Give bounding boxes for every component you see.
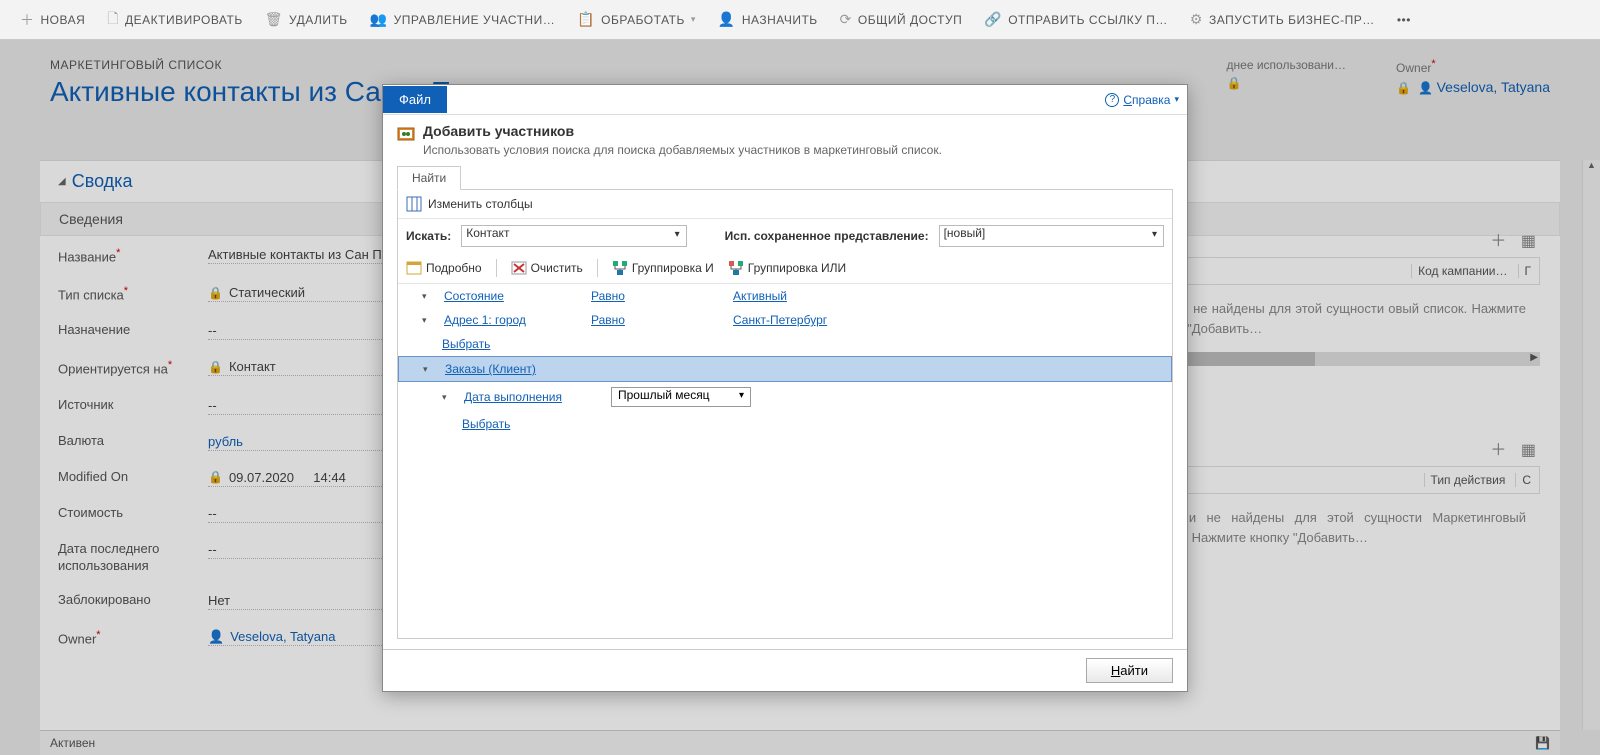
filter-field[interactable]: Адрес 1: город — [444, 313, 579, 327]
tab-find[interactable]: Найти — [397, 166, 461, 190]
clear-button[interactable]: Очистить — [511, 260, 583, 276]
chevron-down-icon[interactable]: ▾ — [422, 291, 432, 302]
group-or-icon — [728, 260, 744, 276]
help-link[interactable]: ? ССправкаправка ▾ — [1105, 93, 1179, 107]
filter-operator[interactable]: Равно — [591, 289, 721, 303]
label: ОБРАБОТАТЬ — [601, 13, 685, 27]
filter-row-orders[interactable]: ▾ Заказы (Клиент) — [398, 356, 1172, 382]
trash-icon: 🗑 — [265, 11, 283, 28]
dialog-topbar: Файл ? ССправкаправка ▾ — [383, 85, 1187, 115]
change-columns-row[interactable]: Изменить столбцы — [398, 190, 1172, 219]
clear-icon — [511, 260, 527, 276]
help-icon: ? — [1105, 93, 1119, 107]
label: ОБЩИЙ ДОСТУП — [858, 13, 962, 27]
search-for-select[interactable]: Контакт — [461, 225, 686, 247]
date-period-select[interactable]: Прошлый месяц — [611, 387, 751, 407]
filter-toolbar: Подробно Очистить Группировка И Группиро… — [398, 253, 1172, 284]
dialog-tabs: Найти — [383, 165, 1187, 189]
dialog-header: Добавить участников Использовать условия… — [383, 115, 1187, 165]
filter-select-row-2[interactable]: Выбрать — [398, 412, 1172, 436]
label: Изменить столбцы — [428, 197, 533, 211]
assign-button[interactable]: 👤 НАЗНАЧИТЬ — [708, 0, 828, 40]
clipboard-icon: 📋 — [577, 11, 595, 28]
gear-icon: ⚙ — [1190, 11, 1203, 28]
details-button[interactable]: Подробно — [406, 260, 482, 276]
link-icon: 🔗 — [984, 11, 1002, 28]
group-or-button[interactable]: Группировка ИЛИ — [728, 260, 846, 276]
filter-field[interactable]: Дата выполнения — [464, 390, 599, 404]
label: ОТПРАВИТЬ ССЫЛКУ П… — [1008, 13, 1168, 27]
filter-operator[interactable]: Равно — [591, 313, 721, 327]
dialog-title: Добавить участников — [423, 123, 942, 139]
dialog-footer: Найти Найти — [383, 649, 1187, 691]
delete-button[interactable]: 🗑 УДАЛИТЬ — [255, 0, 358, 40]
filter-field[interactable]: Заказы (Клиент) — [445, 362, 536, 376]
plus-icon: ＋ — [20, 10, 35, 30]
filter-value[interactable]: Активный — [733, 289, 787, 303]
label: ДЕАКТИВИРОВАТЬ — [125, 13, 243, 27]
saved-view-select[interactable]: [новый] — [939, 225, 1164, 247]
chevron-down-icon[interactable]: ▾ — [422, 315, 432, 326]
deactivate-icon: 🗋 — [107, 8, 119, 32]
columns-icon — [406, 196, 422, 212]
dialog-subtitle: Использовать условия поиска для поиска д… — [423, 143, 942, 157]
chevron-down-icon[interactable]: ▾ — [442, 392, 452, 403]
filter-field[interactable]: Состояние — [444, 289, 579, 303]
chevron-down-icon: ▾ — [1174, 94, 1179, 105]
chevron-down-icon[interactable]: ▾ — [423, 364, 433, 375]
select-link[interactable]: Выбрать — [442, 337, 490, 351]
email-link-button[interactable]: 🔗 ОТПРАВИТЬ ССЫЛКУ П… — [974, 0, 1178, 40]
file-menu[interactable]: Файл — [383, 86, 447, 113]
filter-list: ▾ Состояние Равно Активный ▾ Адрес 1: го… — [398, 284, 1172, 638]
filter-value[interactable]: Санкт-Петербург — [733, 313, 827, 327]
label: НОВАЯ — [41, 13, 86, 27]
group-and-icon — [612, 260, 628, 276]
filter-row-status[interactable]: ▾ Состояние Равно Активный — [398, 284, 1172, 308]
members-icon: 👥 — [370, 11, 388, 28]
run-process-button[interactable]: ⚙ ЗАПУСТИТЬ БИЗНЕС-ПР… — [1180, 0, 1385, 40]
chevron-down-icon: ▾ — [691, 14, 696, 25]
saved-view-label: Исп. сохраненное представление: — [725, 229, 929, 243]
more-button[interactable]: ••• — [1387, 0, 1421, 40]
find-button[interactable]: Найти — [1086, 658, 1173, 683]
details-icon — [406, 260, 422, 276]
label: УДАЛИТЬ — [289, 13, 348, 27]
manage-members-button[interactable]: 👥 УПРАВЛЕНИЕ УЧАСТНИ… — [360, 0, 566, 40]
process-button[interactable]: 📋 ОБРАБОТАТЬ ▾ — [567, 0, 706, 40]
group-and-button[interactable]: Группировка И — [612, 260, 714, 276]
dialog-body: Изменить столбцы Искать: Контакт Исп. со… — [397, 189, 1173, 639]
share-button[interactable]: ⟳ ОБЩИЙ ДОСТУП — [830, 0, 973, 40]
add-members-dialog: Файл ? ССправкаправка ▾ Добавить участни… — [382, 84, 1188, 692]
share-icon: ⟳ — [840, 11, 852, 28]
filter-row-date[interactable]: ▾ Дата выполнения Прошлый месяц — [398, 382, 1172, 412]
label: УПРАВЛЕНИЕ УЧАСТНИ… — [394, 13, 556, 27]
members-icon — [397, 125, 415, 143]
search-for-label: Искать: — [406, 229, 451, 243]
filter-select-row[interactable]: Выбрать — [398, 332, 1172, 356]
search-params-row: Искать: Контакт Исп. сохраненное предста… — [398, 219, 1172, 253]
command-bar: ＋ НОВАЯ 🗋 ДЕАКТИВИРОВАТЬ 🗑 УДАЛИТЬ 👥 УПРАВЛЕ… — [0, 0, 1600, 40]
label: НАЗНАЧИТЬ — [742, 13, 818, 27]
label: ••• — [1397, 13, 1411, 27]
page: МАРКЕТИНГОВЫЙ СПИСОК Активные контакты и… — [0, 40, 1600, 755]
new-button[interactable]: ＋ НОВАЯ — [10, 0, 95, 40]
label: ЗАПУСТИТЬ БИЗНЕС-ПР… — [1209, 13, 1375, 27]
select-link[interactable]: Выбрать — [462, 417, 510, 431]
filter-row-city[interactable]: ▾ Адрес 1: город Равно Санкт-Петербург — [398, 308, 1172, 332]
assign-icon: 👤 — [718, 11, 736, 28]
deactivate-button[interactable]: 🗋 ДЕАКТИВИРОВАТЬ — [97, 0, 252, 40]
